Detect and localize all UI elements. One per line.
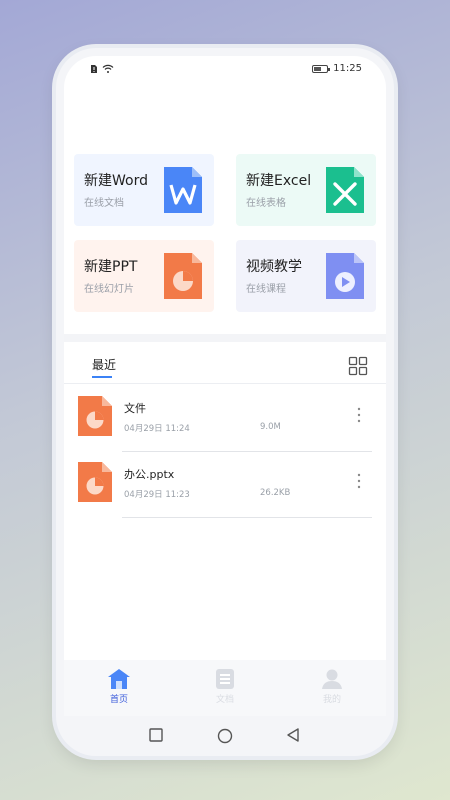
file-date: 04月29日 11:23 — [124, 490, 190, 500]
video-play-icon — [326, 253, 364, 299]
card-title: 视频教学 — [246, 259, 302, 275]
new-excel-card[interactable]: 新建Excel 在线表格 — [236, 154, 376, 226]
nav-label: 文档 — [215, 695, 234, 705]
card-subtitle: 在线幻灯片 — [84, 284, 134, 295]
status-bar: 11:25 — [64, 56, 386, 82]
nav-label: 我的 — [322, 695, 341, 705]
card-title: 新建Excel — [246, 173, 312, 189]
new-word-card[interactable]: 新建Word 在线文档 — [74, 154, 214, 226]
tab-indicator — [92, 376, 112, 378]
nav-label: 首页 — [109, 695, 128, 705]
video-tutorial-card[interactable]: 视频教学 在线课程 — [236, 240, 376, 312]
ppt-file-icon — [78, 396, 112, 436]
file-name: 文件 — [124, 402, 146, 415]
grid-view-icon[interactable] — [348, 356, 368, 376]
card-title: 新建Word — [84, 173, 148, 189]
ppt-file-icon — [78, 462, 112, 502]
new-ppt-card[interactable]: 新建PPT 在线幻灯片 — [74, 240, 214, 312]
excel-sheet-icon — [326, 167, 364, 213]
row-divider — [122, 451, 372, 452]
document-icon — [216, 669, 234, 689]
home-icon — [108, 669, 130, 689]
section-divider — [64, 334, 386, 342]
card-title: 新建PPT — [84, 259, 138, 275]
ppt-slide-icon — [164, 253, 202, 299]
app-screen: 11:25 新建Word 在线文档 新建Excel 在线表格 新建PPT 在线幻… — [64, 56, 386, 716]
word-doc-icon — [164, 167, 202, 213]
wifi-icon — [102, 64, 114, 73]
back-triangle-icon[interactable] — [286, 728, 300, 742]
more-options-icon[interactable] — [354, 472, 364, 490]
nav-home[interactable]: 首页 — [94, 668, 144, 705]
file-row[interactable]: 文件 04月29日 11:24 9.0M — [64, 388, 386, 452]
tab-recent[interactable]: 最近 — [92, 356, 116, 373]
more-options-icon[interactable] — [354, 406, 364, 424]
card-subtitle: 在线文档 — [84, 198, 124, 209]
user-icon — [322, 669, 342, 689]
recents-square-icon[interactable] — [149, 728, 163, 742]
row-divider — [122, 517, 372, 518]
nav-docs[interactable]: 文档 — [200, 668, 250, 705]
card-subtitle: 在线表格 — [246, 198, 286, 209]
file-date: 04月29日 11:24 — [124, 424, 190, 434]
phone-frame: 11:25 新建Word 在线文档 新建Excel 在线表格 新建PPT 在线幻… — [56, 48, 394, 756]
file-size: 9.0M — [260, 422, 281, 432]
sim-alert-icon — [91, 65, 97, 73]
file-row[interactable]: 办公.pptx 04月29日 11:23 26.2KB — [64, 454, 386, 518]
file-name: 办公.pptx — [124, 468, 175, 481]
status-time: 11:25 — [333, 63, 362, 74]
battery-icon — [312, 64, 331, 73]
file-size: 26.2KB — [260, 488, 291, 498]
recent-tabs: 最近 — [64, 342, 386, 384]
system-nav-bar — [56, 716, 394, 756]
nav-mine[interactable]: 我的 — [307, 668, 357, 705]
home-circle-icon[interactable] — [217, 728, 233, 744]
card-subtitle: 在线课程 — [246, 284, 286, 295]
bottom-nav: 首页 文档 我的 — [64, 660, 386, 716]
